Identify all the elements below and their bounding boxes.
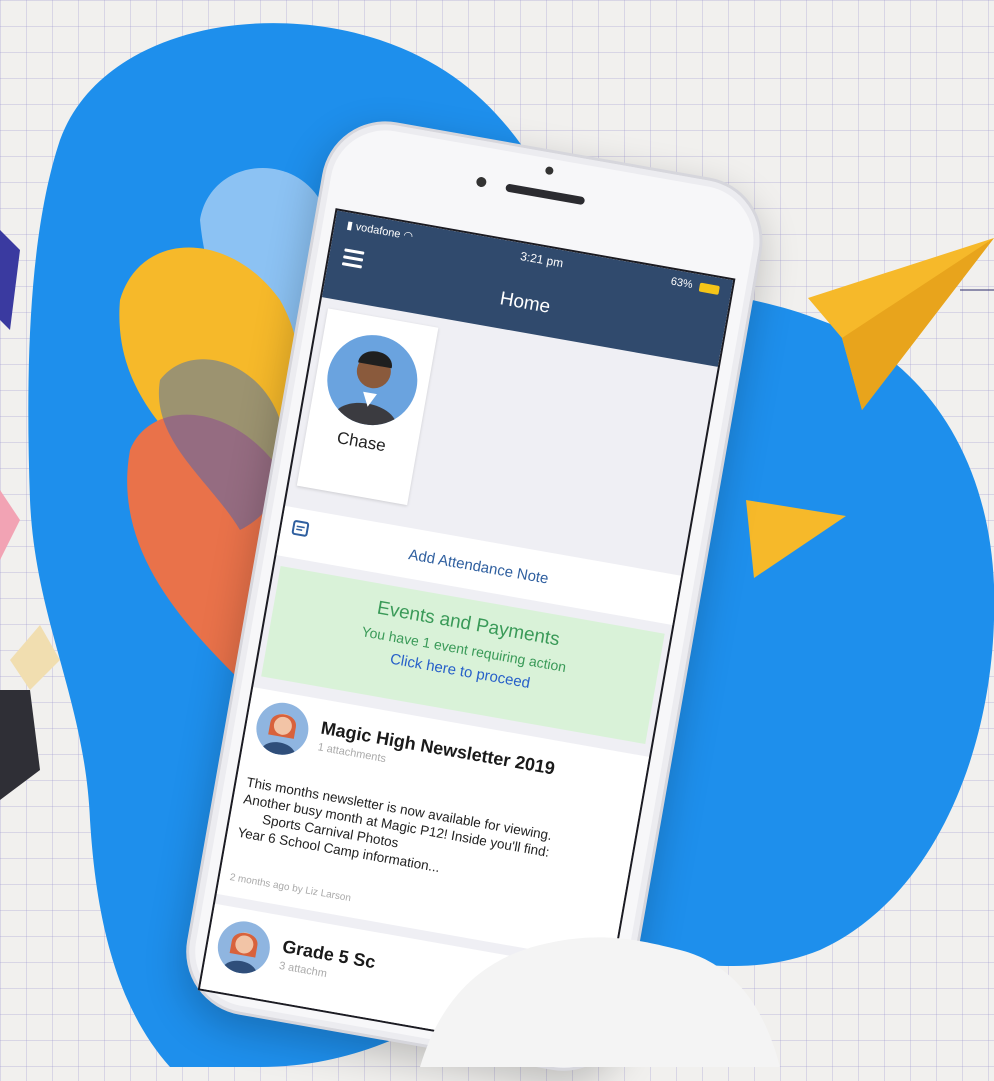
author-avatar: [213, 917, 274, 978]
pencil-eraser: [10, 625, 60, 690]
student-card[interactable]: Chase: [296, 308, 439, 506]
person-icon: [331, 351, 397, 431]
author-avatar: [252, 698, 313, 759]
proximity-sensor: [475, 176, 488, 188]
student-name: Chase: [335, 428, 388, 456]
signal-icon: ▮: [345, 219, 354, 233]
student-avatar: [320, 327, 425, 433]
left-decor-pink: [0, 490, 20, 560]
carrier-label: ▮ vodafone ◠: [346, 218, 414, 243]
person-icon: [260, 713, 296, 758]
speaker-grille: [505, 183, 586, 206]
left-decor-purple: [0, 230, 20, 330]
pencil-body: [0, 690, 40, 800]
clock: 3:21 pm: [519, 249, 565, 271]
newsletter-meta: 2 months ago by Liz Larson: [228, 872, 352, 905]
front-camera: [544, 166, 554, 176]
battery-indicator: 63%: [669, 276, 720, 298]
wifi-icon: ◠: [402, 229, 414, 243]
person-icon: [221, 932, 258, 977]
carrier-text: vodafone: [354, 221, 402, 241]
battery-icon: [698, 282, 720, 295]
battery-percent: 63%: [669, 275, 694, 292]
scene: ▮ vodafone ◠ 3:21 pm 63% Home Chase Add …: [0, 0, 994, 1081]
